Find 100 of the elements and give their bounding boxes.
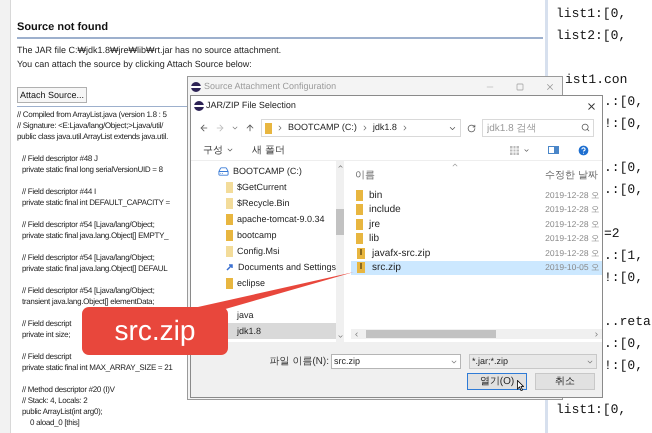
code-line: // Field descript <box>22 351 72 362</box>
console-line: .:[0, <box>604 159 644 177</box>
code-line: transient java.lang.Object[] elementData; <box>22 296 154 307</box>
code-line: public class java.util.ArrayList extends java.util. <box>17 131 168 142</box>
console-line: list1:[0, <box>556 401 626 419</box>
scroll-up-icon[interactable] <box>336 163 344 170</box>
forward-arrow-icon[interactable] <box>215 123 225 133</box>
dialog-button[interactable]: 열기(O) <box>467 373 527 390</box>
message-text: The JAR file C:₩jdk1.8₩jre₩lib₩rt.jar has no source attachment. <box>17 44 282 57</box>
console-line: !:[0, <box>604 357 644 375</box>
file-row[interactable]: lib 2019-12-28 오 <box>351 232 602 246</box>
console-line: !:[0, <box>604 269 644 287</box>
attach-source-button[interactable]: Attach Source... <box>17 87 88 103</box>
file-row[interactable]: include 2019-12-28 오 <box>351 202 602 217</box>
folder-icon <box>356 233 363 244</box>
new-folder-button[interactable]: 새 폴더 <box>252 142 285 158</box>
code-line: // Field descriptor #54 [Ljava/lang/Object; <box>22 219 155 230</box>
console-line: =2 <box>604 225 620 243</box>
zip-folder-icon <box>356 262 366 274</box>
caret-icon <box>226 146 234 154</box>
folder-icon <box>226 182 233 192</box>
refresh-icon[interactable] <box>467 124 476 132</box>
code-line: private static final java.lang.Object[] DEFAUL <box>22 263 168 274</box>
console-line: !:[0, <box>604 115 644 133</box>
code-line: private int size; <box>22 329 70 340</box>
preview-pane-icon[interactable] <box>548 146 559 154</box>
filename-field[interactable]: src.zip <box>331 354 461 369</box>
code-line: // Field descriptor #54 [Ljava/lang/Object; <box>22 252 155 263</box>
console-line: list2:[0, <box>556 27 626 45</box>
zip-folder-icon <box>356 248 366 259</box>
folder-icon <box>226 198 233 208</box>
search-field[interactable]: jdk1.8 검색 <box>482 119 594 137</box>
folder-tree-item[interactable]: eclipse <box>191 275 336 291</box>
folder-icon <box>226 246 233 256</box>
console-line: .:[0, <box>604 93 644 111</box>
section-heading: Source not found <box>17 20 108 34</box>
view-options-icon[interactable] <box>510 146 519 154</box>
console-line: .:[0, <box>604 181 644 199</box>
folder-tree-item[interactable]: $GetCurrent <box>191 179 336 195</box>
folder-icon <box>226 230 233 240</box>
window-title: Source Attachment Configuration <box>204 80 336 93</box>
breadcrumb-item[interactable]: jdk1.8 <box>372 121 397 135</box>
code-line: // Stack: 4, Locals: 2 <box>22 395 88 406</box>
folder-tree-item[interactable]: bootcamp <box>191 227 336 243</box>
breadcrumb-chevron-icon <box>276 124 284 132</box>
scrollbar-thumb[interactable] <box>366 330 496 338</box>
close-icon[interactable] <box>586 100 597 112</box>
column-header[interactable]: 수정한 날짜 <box>545 168 598 183</box>
maximize-icon[interactable] <box>516 82 524 90</box>
code-line: // Field descript <box>22 318 72 329</box>
folder-icon <box>265 122 272 134</box>
recent-dropdown-icon[interactable] <box>231 124 239 132</box>
code-line: private static final int MAX_ARRAY_SIZE = 21 <box>22 362 172 373</box>
back-arrow-icon[interactable] <box>199 123 209 133</box>
code-line: // Method descriptor #20 (I)V <box>22 384 115 395</box>
caret-icon[interactable] <box>523 146 530 154</box>
folder-icon <box>356 190 363 201</box>
file-row[interactable]: javafx-src.zip 2019-12-28 오 <box>351 246 602 260</box>
code-line: 0 aload_0 [this] <box>29 417 80 428</box>
sort-caret-icon <box>451 161 459 169</box>
address-bar[interactable]: BOOTCAMP (C:) jdk1.8 <box>261 119 461 137</box>
message-text: You can attach the source by clicking Attach Source below: <box>17 58 252 71</box>
scroll-left-icon[interactable] <box>353 330 360 338</box>
console-line: .:[0, <box>604 335 644 353</box>
search-icon <box>581 123 590 132</box>
folder-tree-item[interactable]: BOOTCAMP (C:) <box>191 163 336 179</box>
code-line: private static final java.lang.Object[] EMPTY_ <box>22 230 168 241</box>
folder-icon <box>356 204 363 216</box>
code-line: // Field descriptor #44 I <box>22 186 96 197</box>
code-line: // Field descriptor #48 J <box>22 153 98 164</box>
scrollbar[interactable] <box>336 161 344 342</box>
file-row[interactable]: bin 2019-12-28 오 <box>351 188 602 202</box>
scrollbar-thumb[interactable] <box>336 208 344 234</box>
folder-tree-item[interactable]: $Recycle.Bin <box>191 195 336 211</box>
scroll-down-icon[interactable] <box>336 333 344 340</box>
code-line: private static final int DEFAULT_CAPACITY = <box>22 197 170 208</box>
file-type-dropdown[interactable]: *.jar;*.zip <box>469 354 597 369</box>
column-header[interactable]: 이름 <box>351 168 375 183</box>
folder-tree-item[interactable]: Documents and Settings <box>191 259 336 275</box>
code-line: // Compiled from ArrayList.java (version 1.8 : 5 <box>17 109 167 120</box>
file-row[interactable]: jre 2019-12-28 오 <box>351 217 602 232</box>
console-line: list1:[0, <box>556 5 626 23</box>
horizontal-scrollbar[interactable] <box>351 329 602 339</box>
dialog-button[interactable]: 취소 <box>535 373 595 390</box>
folder-tree-item[interactable]: apache-tomcat-9.0.34 <box>191 211 336 227</box>
up-arrow-icon[interactable] <box>245 123 255 133</box>
console-line: ist1.con <box>565 71 628 89</box>
console-line: .:[1, <box>604 247 644 265</box>
help-icon[interactable] <box>577 144 590 156</box>
breadcrumb-item[interactable]: BOOTCAMP (C:) <box>288 121 357 135</box>
scroll-right-icon[interactable] <box>593 330 600 338</box>
code-line: public ArrayList(int arg0); <box>22 406 102 417</box>
code-line: // Field descriptor #54 [Ljava/lang/Object; <box>22 285 155 296</box>
code-line: private static final long serialVersionUID = 8 <box>22 164 163 175</box>
file-row[interactable]: src.zip 2019-10-05 오 <box>351 260 602 275</box>
folder-tree-item[interactable]: Config.Msi <box>191 243 336 259</box>
app-icon <box>194 101 204 111</box>
code-line: // Signature: <E:Ljava/lang/Object;>Ljava/util/ <box>17 120 163 131</box>
drive-icon <box>218 166 229 176</box>
organize-menu[interactable]: 구성 <box>203 142 234 158</box>
